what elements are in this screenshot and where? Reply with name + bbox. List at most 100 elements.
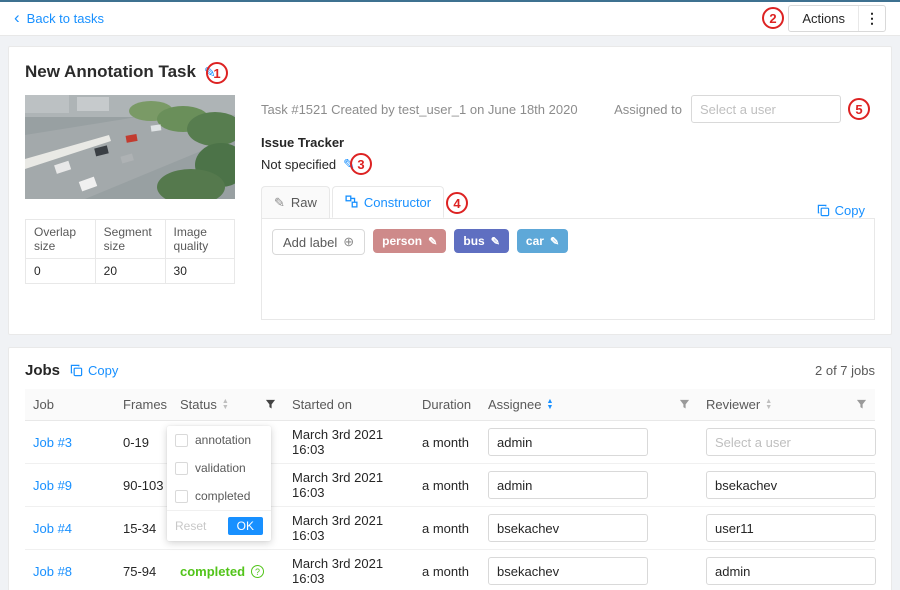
column-duration: Duration bbox=[414, 389, 480, 421]
copy-labels-label: Copy bbox=[835, 203, 865, 218]
started-cell: March 3rd 2021 16:03 bbox=[284, 421, 414, 464]
reviewer-cell bbox=[698, 421, 875, 464]
pencil-icon: ✎ bbox=[274, 196, 285, 209]
started-cell: March 3rd 2021 16:03 bbox=[284, 550, 414, 590]
label-chip-person[interactable]: person ✎ bbox=[373, 229, 446, 253]
duration-cell: a month bbox=[414, 507, 480, 550]
job-8-reviewer-input[interactable] bbox=[706, 557, 876, 585]
jobs-count: 2 of 7 jobs bbox=[815, 363, 875, 378]
task-assignee-input[interactable] bbox=[691, 95, 841, 123]
frames-cell: 0-19 bbox=[115, 421, 172, 464]
assignee-filter-icon[interactable] bbox=[679, 399, 690, 410]
task-details-card: New Annotation Task ✎ bbox=[8, 46, 892, 335]
actions-button[interactable]: Actions ⋮ bbox=[788, 5, 886, 32]
status-cell: completed? bbox=[172, 550, 284, 590]
job-4-assignee-input[interactable] bbox=[488, 514, 648, 542]
column-assignee-label: Assignee bbox=[488, 397, 541, 412]
callout-2: 2 bbox=[762, 7, 784, 29]
column-started-on-label: Started on bbox=[292, 397, 352, 412]
filter-option-annotation[interactable]: annotation bbox=[167, 426, 271, 454]
assigned-to-label: Assigned to bbox=[614, 102, 682, 117]
column-job-label: Job bbox=[33, 397, 54, 412]
constructor-icon bbox=[345, 195, 358, 210]
filter-reset-button[interactable]: Reset bbox=[175, 519, 206, 533]
column-job: Job bbox=[25, 389, 115, 421]
filter-option-completed-label: completed bbox=[195, 489, 250, 503]
add-label-label: Add label bbox=[283, 235, 337, 250]
column-assignee[interactable]: Assignee ▲▼ bbox=[480, 389, 698, 421]
task-thumbnail bbox=[25, 95, 235, 199]
column-status[interactable]: Status ▲▼ bbox=[172, 389, 284, 421]
edit-label-icon[interactable]: ✎ bbox=[491, 235, 500, 248]
label-chip-bus[interactable]: bus ✎ bbox=[454, 229, 509, 253]
tab-constructor[interactable]: Constructor bbox=[332, 186, 444, 218]
assignee-sort-carets[interactable]: ▲▼ bbox=[546, 399, 553, 411]
edit-label-icon[interactable]: ✎ bbox=[550, 235, 559, 248]
copy-jobs-link[interactable]: Copy bbox=[70, 363, 118, 378]
issue-tracker-value: Not specified bbox=[261, 157, 336, 172]
add-label-button[interactable]: Add label ⊕ bbox=[272, 229, 365, 255]
filter-option-annotation-label: annotation bbox=[195, 433, 251, 447]
job-cell: Job #4 bbox=[25, 507, 115, 550]
job-cell: Job #9 bbox=[25, 464, 115, 507]
actions-button-label: Actions bbox=[789, 11, 858, 26]
started-cell: March 3rd 2021 16:03 bbox=[284, 507, 414, 550]
callout-1: 1 bbox=[206, 62, 228, 84]
job-cell: Job #8 bbox=[25, 550, 115, 590]
column-frames: Frames bbox=[115, 389, 172, 421]
jobs-table: Job Frames Status ▲▼ bbox=[25, 389, 875, 590]
jobs-title: Jobs bbox=[25, 362, 60, 379]
copy-icon bbox=[70, 364, 83, 377]
job-9-assignee-input[interactable] bbox=[488, 471, 648, 499]
label-chip-bus-name: bus bbox=[463, 234, 484, 248]
edit-label-icon[interactable]: ✎ bbox=[428, 235, 437, 248]
job-row-4: Job #4 15-34 March 3rd 2021 16:03 a mont… bbox=[25, 507, 875, 550]
job-8-assignee-input[interactable] bbox=[488, 557, 648, 585]
status-sort-carets[interactable]: ▲▼ bbox=[222, 399, 229, 411]
back-chevron-icon: ‹ bbox=[14, 9, 20, 26]
filter-ok-button[interactable]: OK bbox=[228, 517, 263, 535]
status-filter-dropdown: annotation validation completed Reset OK bbox=[167, 426, 271, 541]
assignee-cell bbox=[480, 550, 698, 590]
duration-cell: a month bbox=[414, 421, 480, 464]
label-chip-car[interactable]: car ✎ bbox=[517, 229, 568, 253]
duration-cell: a month bbox=[414, 550, 480, 590]
job-8-link[interactable]: Job #8 bbox=[33, 564, 72, 579]
job-9-link[interactable]: Job #9 bbox=[33, 478, 72, 493]
status-help-icon[interactable]: ? bbox=[251, 565, 264, 578]
reviewer-filter-icon[interactable] bbox=[856, 399, 867, 410]
job-4-link[interactable]: Job #4 bbox=[33, 521, 72, 536]
status-filter-icon[interactable] bbox=[265, 399, 276, 410]
back-to-tasks-link[interactable]: ‹ Back to tasks bbox=[14, 11, 104, 26]
assignee-cell bbox=[480, 421, 698, 464]
more-actions-icon[interactable]: ⋮ bbox=[859, 10, 885, 27]
column-reviewer-label: Reviewer bbox=[706, 397, 760, 412]
duration-cell: a month bbox=[414, 464, 480, 507]
assignee-cell bbox=[480, 507, 698, 550]
job-9-reviewer-input[interactable] bbox=[706, 471, 876, 499]
job-3-assignee-input[interactable] bbox=[488, 428, 648, 456]
filter-option-completed[interactable]: completed bbox=[167, 482, 271, 510]
job-3-reviewer-input[interactable] bbox=[706, 428, 876, 456]
column-reviewer[interactable]: Reviewer ▲▼ bbox=[698, 389, 875, 421]
copy-labels-link[interactable]: Copy bbox=[817, 203, 865, 218]
filter-option-validation[interactable]: validation bbox=[167, 454, 271, 482]
callout-5: 5 bbox=[848, 98, 870, 120]
segment-size-value: 20 bbox=[95, 259, 165, 284]
reviewer-cell bbox=[698, 550, 875, 590]
job-4-reviewer-input[interactable] bbox=[706, 514, 876, 542]
job-3-link[interactable]: Job #3 bbox=[33, 435, 72, 450]
reviewer-sort-carets[interactable]: ▲▼ bbox=[765, 399, 772, 411]
reviewer-cell bbox=[698, 464, 875, 507]
tab-constructor-label: Constructor bbox=[364, 195, 431, 210]
column-frames-label: Frames bbox=[123, 397, 167, 412]
image-quality-value: 30 bbox=[165, 259, 234, 284]
frames-cell: 75-94 bbox=[115, 550, 172, 590]
checkbox-annotation[interactable] bbox=[175, 434, 188, 447]
checkbox-completed[interactable] bbox=[175, 490, 188, 503]
tab-raw[interactable]: ✎ Raw bbox=[261, 186, 330, 218]
plus-circle-icon: ⊕ bbox=[343, 234, 354, 250]
task-meta-text: Task #1521 Created by test_user_1 on Jun… bbox=[261, 102, 578, 117]
copy-jobs-label: Copy bbox=[88, 363, 118, 378]
checkbox-validation[interactable] bbox=[175, 462, 188, 475]
